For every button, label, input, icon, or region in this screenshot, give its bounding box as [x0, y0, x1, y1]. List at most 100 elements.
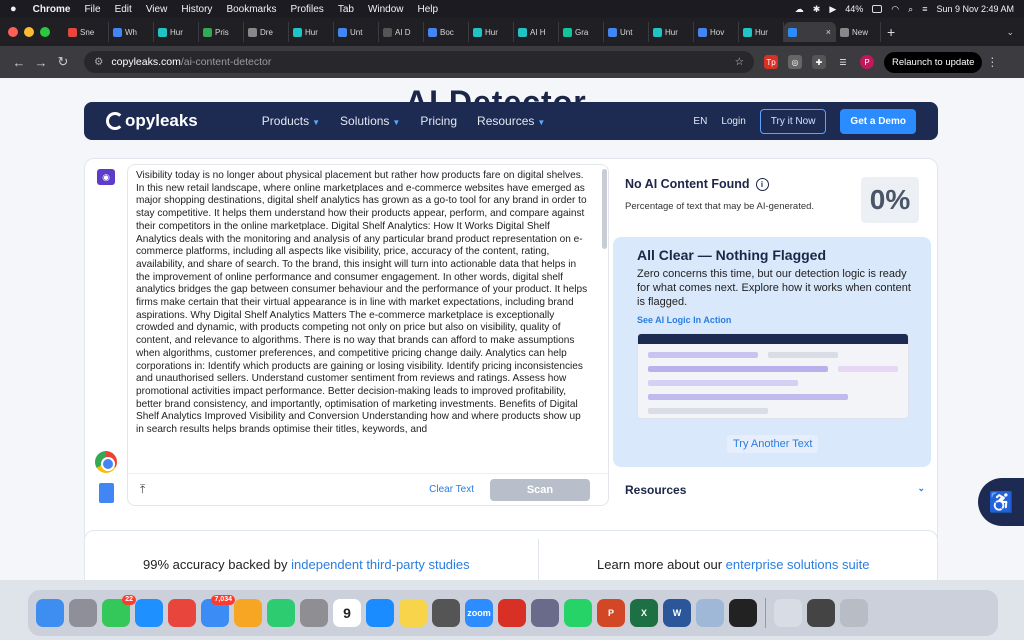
- upload-icon[interactable]: ⤒: [140, 482, 145, 497]
- menu-bookmarks[interactable]: Bookmarks: [226, 4, 276, 15]
- dock-excel-icon[interactable]: X: [630, 599, 658, 627]
- menu-view[interactable]: View: [146, 4, 168, 15]
- relaunch-button[interactable]: Relaunch to update: [884, 51, 983, 73]
- more-menu-icon[interactable]: ⋮: [986, 55, 998, 69]
- dock-app-store-icon[interactable]: [366, 599, 394, 627]
- menu-help[interactable]: Help: [418, 4, 439, 15]
- browser-tab[interactable]: Unt: [334, 22, 379, 42]
- menu-tab[interactable]: Tab: [338, 4, 354, 15]
- browser-tab[interactable]: AI H: [514, 22, 559, 42]
- spotlight-icon[interactable]: ⌕: [908, 4, 913, 15]
- menu-app-name[interactable]: Chrome: [33, 4, 71, 15]
- tab-active[interactable]: ×: [784, 22, 836, 42]
- apple-icon[interactable]: ●: [10, 3, 17, 15]
- info-icon[interactable]: i: [755, 177, 769, 191]
- close-window-button[interactable]: [8, 27, 18, 37]
- chevron-down-icon[interactable]: ⌄: [917, 483, 925, 497]
- dock-calendar-icon[interactable]: 9: [333, 599, 361, 627]
- menu-history[interactable]: History: [181, 4, 212, 15]
- menu-edit[interactable]: Edit: [115, 4, 132, 15]
- back-icon[interactable]: ←: [8, 55, 30, 70]
- dock-launchpad-icon[interactable]: [69, 599, 97, 627]
- profile-avatar[interactable]: P: [860, 55, 874, 69]
- browser-tab[interactable]: Unt: [604, 22, 649, 42]
- enterprise-suite-link[interactable]: enterprise solutions suite: [726, 557, 870, 572]
- new-tab-button[interactable]: +: [887, 24, 895, 40]
- nav-products[interactable]: Products ▼: [262, 114, 320, 128]
- browser-tab[interactable]: AI D: [379, 22, 424, 42]
- editor-scrollbar[interactable]: [602, 169, 607, 249]
- reload-icon[interactable]: ↻: [52, 54, 74, 70]
- clear-text-button[interactable]: Clear Text: [429, 484, 474, 495]
- tab-new-page[interactable]: New: [836, 22, 881, 42]
- close-icon[interactable]: ×: [826, 27, 831, 37]
- dock-settings-icon[interactable]: [300, 599, 328, 627]
- play-icon[interactable]: ▶: [829, 4, 836, 15]
- browser-tab[interactable]: Hur: [289, 22, 334, 42]
- browser-tab[interactable]: Hur: [739, 22, 784, 42]
- menu-window[interactable]: Window: [368, 4, 404, 15]
- dock-presenter-icon[interactable]: [498, 599, 526, 627]
- site-info-icon[interactable]: ⚙: [94, 56, 103, 68]
- dock-screenshots-icon[interactable]: [807, 599, 835, 627]
- zoom-window-button[interactable]: [40, 27, 50, 37]
- try-it-now-button[interactable]: Try it Now: [759, 108, 827, 134]
- google-docs-icon[interactable]: [99, 483, 114, 503]
- dock-facetime-icon[interactable]: [267, 599, 295, 627]
- dock-trash-icon[interactable]: [840, 599, 868, 627]
- third-party-studies-link[interactable]: independent third-party studies: [291, 557, 470, 572]
- menu-profiles[interactable]: Profiles: [290, 4, 323, 15]
- dock-word-icon[interactable]: W: [663, 599, 691, 627]
- bluetooth-icon[interactable]: ✱: [813, 4, 821, 15]
- minimize-window-button[interactable]: [24, 27, 34, 37]
- extension-tp-icon[interactable]: Tp: [764, 55, 778, 69]
- dock-calculator-icon[interactable]: [432, 599, 460, 627]
- dock-finder-icon[interactable]: [36, 599, 64, 627]
- see-ai-logic-link[interactable]: See AI Logic In Action: [637, 315, 731, 325]
- dock-powerpoint-icon[interactable]: P: [597, 599, 625, 627]
- browser-tab[interactable]: Dre: [244, 22, 289, 42]
- dock-mail-icon[interactable]: 7,034: [201, 595, 235, 627]
- bookmark-star-icon[interactable]: ☆: [735, 56, 744, 68]
- dock-photos-icon[interactable]: [234, 599, 262, 627]
- browser-tab[interactable]: Hur: [649, 22, 694, 42]
- browser-tab[interactable]: Hov: [694, 22, 739, 42]
- wifi-icon[interactable]: ◠: [891, 4, 899, 15]
- dock-zoom-icon[interactable]: zoom: [465, 599, 493, 627]
- dock-notes-icon[interactable]: [399, 599, 427, 627]
- dock-safari-icon[interactable]: [135, 599, 163, 627]
- ai-logic-preview-image[interactable]: [637, 333, 909, 419]
- menu-file[interactable]: File: [84, 4, 100, 15]
- dock-whatsapp-icon[interactable]: [564, 599, 592, 627]
- get-a-demo-button[interactable]: Get a Demo: [840, 108, 916, 134]
- nav-resources[interactable]: Resources ▼: [477, 114, 545, 128]
- browser-tab[interactable]: Boc: [424, 22, 469, 42]
- extensions-puzzle-icon[interactable]: ✚: [812, 55, 826, 69]
- menubar-datetime[interactable]: Sun 9 Nov 2:49 AM: [936, 4, 1014, 14]
- dock-messages-icon[interactable]: 22: [102, 595, 136, 627]
- dock-preview-icon[interactable]: [696, 599, 724, 627]
- dock-iphone-mirror-icon[interactable]: [531, 599, 559, 627]
- accessibility-icon[interactable]: ♿: [978, 478, 1024, 526]
- try-another-text-button[interactable]: Try Another Text: [727, 435, 819, 453]
- nav-solutions[interactable]: Solutions ▼: [340, 114, 400, 128]
- login-link[interactable]: Login: [721, 116, 745, 127]
- browser-tab[interactable]: Wh: [109, 22, 154, 42]
- eye-icon[interactable]: ◉: [97, 169, 115, 185]
- browser-tab[interactable]: Hur: [469, 22, 514, 42]
- reading-list-icon[interactable]: ☰: [836, 55, 850, 69]
- copyleaks-logo[interactable]: opyleaks: [106, 111, 198, 131]
- control-center-icon[interactable]: ≡: [922, 4, 927, 14]
- resources-accordion[interactable]: Resources ⌄: [625, 483, 925, 497]
- battery-percent[interactable]: 44%: [845, 4, 863, 14]
- text-input[interactable]: Visibility today is no longer about phys…: [136, 170, 588, 470]
- dock-documents-icon[interactable]: [774, 599, 802, 627]
- language-selector[interactable]: EN: [693, 116, 707, 127]
- extension-grammar-icon[interactable]: ◎: [788, 55, 802, 69]
- forward-icon[interactable]: →: [30, 55, 52, 70]
- dock-chrome-icon[interactable]: [168, 599, 196, 627]
- tab-search-chevron-icon[interactable]: ⌄: [1006, 27, 1014, 38]
- chrome-extension-icon[interactable]: [95, 451, 117, 473]
- scan-button[interactable]: Scan: [490, 478, 590, 501]
- nav-pricing[interactable]: Pricing: [420, 114, 457, 128]
